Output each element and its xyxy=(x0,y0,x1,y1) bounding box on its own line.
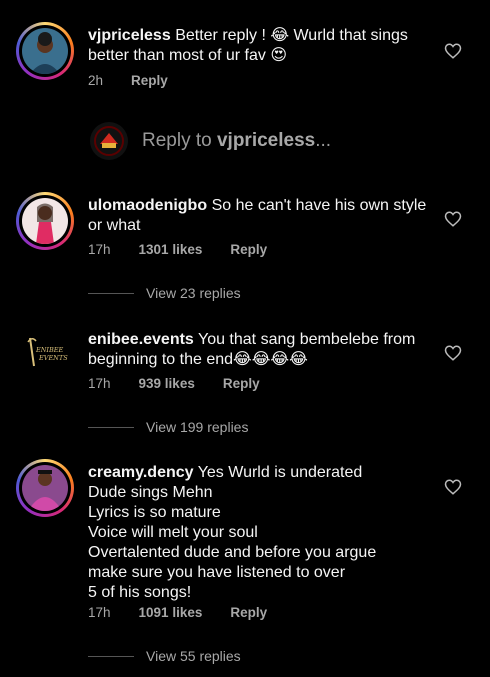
avatar[interactable]: ENIBEE EVENTS xyxy=(22,332,72,372)
view-replies-button[interactable]: View 199 replies xyxy=(88,419,248,435)
avatar-ulomaodenigbo-image xyxy=(22,198,68,244)
like-count[interactable]: 1091 likes xyxy=(139,605,203,620)
comment-meta: 17h 1091 likes Reply xyxy=(88,605,267,620)
avatar[interactable] xyxy=(16,192,74,250)
comments-page: vjpriceless Better reply ! 😂 Wurld that … xyxy=(0,0,490,677)
comment-meta: 17h 939 likes Reply xyxy=(88,376,260,391)
like-count[interactable]: 939 likes xyxy=(139,376,195,391)
avatar-creamy-dency-image xyxy=(22,465,68,511)
reply-button[interactable]: Reply xyxy=(223,376,260,391)
divider xyxy=(88,426,134,428)
comment-text: creamy.dency Yes Wurld is underated Dude… xyxy=(88,463,418,603)
comment-line: Overtalented dude and before you argue xyxy=(88,544,377,561)
comment-text: vjpriceless Better reply ! 😂 Wurld that … xyxy=(88,26,428,66)
heart-icon[interactable] xyxy=(444,210,462,228)
comment-line: Voice will melt your soul xyxy=(88,524,258,541)
timestamp: 17h xyxy=(88,376,111,391)
view-replies-button[interactable]: View 23 replies xyxy=(88,285,241,301)
reply-button[interactable]: Reply xyxy=(230,605,267,620)
avatar-enibee-logo: ENIBEE EVENTS xyxy=(22,332,72,372)
heart-icon[interactable] xyxy=(444,42,462,60)
divider xyxy=(88,655,134,657)
comment-line: Lyrics is so mature xyxy=(88,504,221,521)
username[interactable]: vjpriceless xyxy=(88,27,171,44)
like-count[interactable]: 1301 likes xyxy=(139,242,203,257)
avatar-vjpriceless-image xyxy=(22,28,68,74)
heart-icon[interactable] xyxy=(444,344,462,362)
heart-icon[interactable] xyxy=(444,478,462,496)
timestamp: 2h xyxy=(88,73,104,88)
username[interactable]: creamy.dency xyxy=(88,464,194,481)
comment-line: Yes Wurld is underated xyxy=(197,464,363,481)
view-replies-button[interactable]: View 55 replies xyxy=(88,648,241,664)
comment-line: make sure you have listened to over xyxy=(88,564,346,581)
reply-button[interactable]: Reply xyxy=(131,73,168,88)
avatar[interactable] xyxy=(16,22,74,80)
username[interactable]: enibee.events xyxy=(88,331,194,348)
divider xyxy=(88,292,134,294)
my-avatar xyxy=(90,122,128,160)
avatar[interactable] xyxy=(16,459,74,517)
svg-text:ENIBEE: ENIBEE xyxy=(35,346,64,354)
comment-line: Dude sings Mehn xyxy=(88,484,213,501)
reply-button[interactable]: Reply xyxy=(230,242,267,257)
comment-meta: 17h 1301 likes Reply xyxy=(88,242,267,257)
svg-text:EVENTS: EVENTS xyxy=(38,354,68,362)
timestamp: 17h xyxy=(88,605,111,620)
comment-meta: 2h Reply xyxy=(88,73,168,88)
timestamp: 17h xyxy=(88,242,111,257)
comment-text: enibee.events You that sang bembelebe fr… xyxy=(88,330,428,370)
reply-to-composer[interactable]: Reply to vjpriceless... xyxy=(90,122,331,160)
reply-to-label: Reply to vjpriceless... xyxy=(142,130,332,151)
username[interactable]: ulomaodenigbo xyxy=(88,197,207,214)
comment-line: 5 of his songs! xyxy=(88,584,192,601)
comment-text: ulomaodenigbo So he can't have his own s… xyxy=(88,196,428,236)
